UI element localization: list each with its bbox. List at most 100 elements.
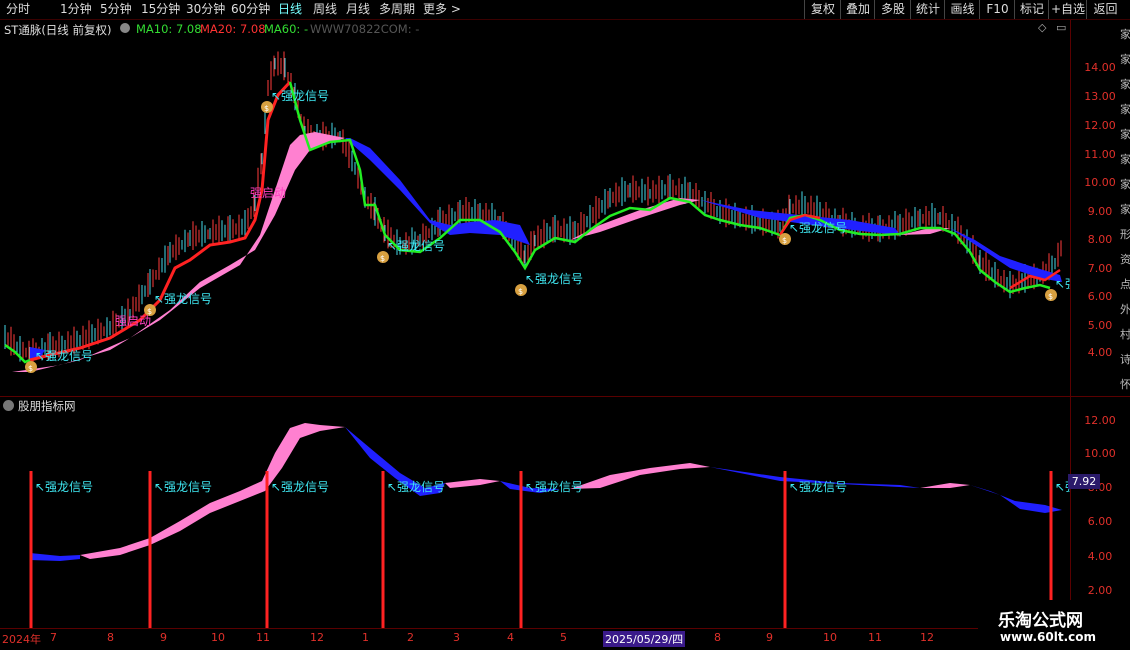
start-label: 强启动 <box>250 186 286 200</box>
y-axis-line <box>1070 20 1071 628</box>
main-y-tick: 13.00 <box>1084 90 1116 103</box>
overlay-button[interactable]: 叠加 <box>840 0 875 19</box>
main-y-tick: 11.00 <box>1084 148 1116 161</box>
right-strip-text: 家家家家家家家家形资点外村诗怀 <box>1120 28 1130 391</box>
period-tab-daily[interactable]: 日线 <box>278 0 302 19</box>
signal-label: ↖强龙信号 <box>35 349 93 363</box>
signal-label: ↖强龙信号 <box>271 89 329 103</box>
x-tick: 11 <box>868 631 882 644</box>
period-tab-60min[interactable]: 60分钟 <box>231 0 270 19</box>
back-button[interactable]: 返回 <box>1086 0 1124 19</box>
indicator-chart[interactable]: ↖强龙信号↖强龙信号↖强龙信号↖强龙信号↖强龙信号↖强龙信号↖强龙信号 <box>0 413 1070 628</box>
money-bag-symbol: $ <box>28 364 33 373</box>
signal-bar <box>519 471 523 628</box>
x-tick: 2024年 <box>2 633 41 646</box>
collapse-circle-icon[interactable] <box>3 400 14 411</box>
period-tab-5min[interactable]: 5分钟 <box>100 0 132 19</box>
x-tick: 9 <box>160 631 167 644</box>
band-down-fill-3 <box>950 228 1062 282</box>
sub-y-tick: 12.00 <box>1084 414 1116 427</box>
ind-band-up-4 <box>920 483 970 488</box>
signal-label: ↖强龙信号 <box>789 221 847 235</box>
ind-band-up-3 <box>570 463 710 489</box>
signal-bar <box>148 471 152 628</box>
main-y-tick: 12.00 <box>1084 119 1116 132</box>
x-tick: 10 <box>211 631 225 644</box>
mark-button[interactable]: 标记 <box>1014 0 1049 19</box>
period-tab-1min[interactable]: 1分钟 <box>60 0 92 19</box>
period-tab-monthly[interactable]: 月线 <box>346 0 370 19</box>
indicator-title: 股朋指标网 <box>18 399 76 413</box>
watermark-url: www.60lt.com <box>1000 630 1097 644</box>
period-tab-30min[interactable]: 30分钟 <box>186 0 225 19</box>
x-tick: 2 <box>407 631 414 644</box>
money-bag-symbol: $ <box>518 287 523 296</box>
ind-band-down-4 <box>970 485 1062 513</box>
ind-signal-label: ↖强龙信号 <box>35 480 93 494</box>
multi-stock-button[interactable]: 多股 <box>874 0 911 19</box>
main-y-tick: 9.00 <box>1087 205 1113 218</box>
sub-y-tick: 10.00 <box>1084 447 1116 460</box>
ind-signal-bars: ↖强龙信号↖强龙信号↖强龙信号↖强龙信号↖强龙信号↖强龙信号↖强龙信号 <box>29 471 1070 628</box>
ind-signal-label: ↖强龙信号 <box>789 480 847 494</box>
main-y-tick: 7.00 <box>1087 262 1113 275</box>
ind-signal-label: ↖强龙信号 <box>271 480 329 494</box>
money-bag-symbol: $ <box>1048 292 1053 301</box>
fuquan-button[interactable]: 复权 <box>804 0 841 19</box>
period-tab-weekly[interactable]: 周线 <box>313 0 337 19</box>
start-label-2: 强启动 <box>115 314 151 328</box>
axis-divider <box>0 628 1130 629</box>
x-tick: 9 <box>766 631 773 644</box>
ind-signal-label: ↖强龙信号 <box>387 480 445 494</box>
x-tick: 7 <box>50 631 57 644</box>
panel-divider <box>0 396 1130 397</box>
period-tab-15min[interactable]: 15分钟 <box>141 0 180 19</box>
period-tab-multi[interactable]: 多周期 <box>379 0 415 19</box>
draw-line-button[interactable]: 画线 <box>944 0 980 19</box>
main-y-tick: 4.00 <box>1087 346 1113 359</box>
signal-label: ↖强龙信号 <box>154 292 212 306</box>
main-y-tick: 14.00 <box>1084 61 1116 74</box>
x-tick: 4 <box>507 631 514 644</box>
signal-label: ↖强龙信号 <box>525 272 583 286</box>
x-tick: 8 <box>714 631 721 644</box>
signal-bar <box>783 471 787 628</box>
sub-y-tick: 4.00 <box>1087 550 1113 563</box>
money-bag-symbol: $ <box>380 254 385 263</box>
cursor-date-label: 2025/05/29/四 <box>603 631 686 647</box>
main-y-tick: 6.00 <box>1087 290 1113 303</box>
sub-y-tick: 6.00 <box>1087 515 1113 528</box>
signal-label: ↖强龙信号 <box>1055 277 1070 291</box>
add-watchlist-button[interactable]: +自选 <box>1048 0 1087 19</box>
ind-signal-label: ↖强龙信号 <box>525 480 583 494</box>
stats-button[interactable]: 统计 <box>910 0 945 19</box>
ind-band-up-2 <box>445 479 500 488</box>
period-tab-more[interactable]: 更多 > <box>423 0 461 19</box>
x-tick: 3 <box>453 631 460 644</box>
x-tick: 1 <box>362 631 369 644</box>
sub-y-tick: 2.00 <box>1087 584 1113 597</box>
main-y-tick: 5.00 <box>1087 319 1113 332</box>
x-tick: 10 <box>823 631 837 644</box>
signal-bar <box>265 471 269 628</box>
watermark: 乐淘公式网 www.60lt.com <box>978 600 1130 650</box>
money-bag-symbol: $ <box>782 236 787 245</box>
main-y-tick: 8.00 <box>1087 233 1113 246</box>
current-value-badge: 7.92 <box>1068 474 1100 489</box>
signal-bar <box>29 471 33 628</box>
x-tick: 5 <box>560 631 567 644</box>
period-tab-fenshi[interactable]: 分时 <box>6 0 30 19</box>
signal-bar <box>381 471 385 628</box>
x-tick: 11 <box>256 631 270 644</box>
period-toolbar: 分时 1分钟 5分钟 15分钟 30分钟 60分钟 日线 周线 月线 多周期 更… <box>0 0 1130 20</box>
signal-label: ↖强龙信号 <box>387 239 445 253</box>
money-bag-symbol: $ <box>264 104 269 113</box>
main-y-tick: 10.00 <box>1084 176 1116 189</box>
price-chart[interactable]: $↖强龙信号$↖强龙信号$↖强龙信号$↖强龙信号$↖强龙信号$↖强龙信号$↖强龙… <box>0 20 1070 396</box>
x-tick: 8 <box>107 631 114 644</box>
f10-button[interactable]: F10 <box>979 0 1015 19</box>
x-tick: 12 <box>920 631 934 644</box>
ind-band-down-start <box>30 553 80 561</box>
ind-signal-label: ↖强龙信号 <box>154 480 212 494</box>
watermark-title: 乐淘公式网 <box>998 611 1083 631</box>
